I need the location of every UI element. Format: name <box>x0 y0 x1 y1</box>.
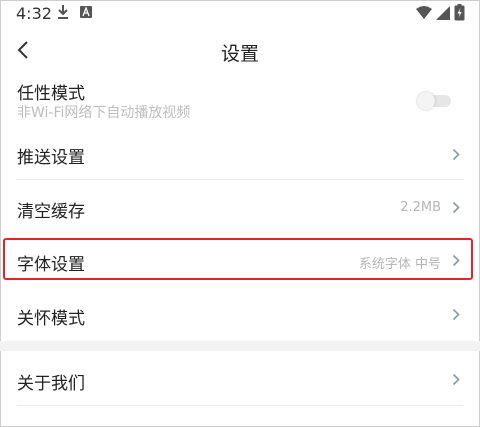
chevron-right-icon <box>452 308 460 321</box>
header: 设置 <box>0 30 480 72</box>
highlight-box <box>3 238 473 280</box>
setting-clear-cache-label: 清空缓存 <box>17 202 85 222</box>
setting-care-mode[interactable]: 关怀模式 <box>0 289 480 339</box>
setting-free-mode-label: 任性模式 <box>17 84 85 104</box>
setting-clear-cache[interactable]: 清空缓存 2.2MB <box>0 181 480 233</box>
status-time: 4:32 <box>16 4 52 23</box>
app-notification-icon <box>80 6 92 18</box>
setting-push[interactable]: 推送设置 <box>0 128 480 180</box>
battery-icon <box>454 4 465 21</box>
chevron-right-icon <box>452 201 460 214</box>
setting-about-label: 关于我们 <box>17 374 85 394</box>
free-mode-toggle[interactable] <box>417 92 451 110</box>
setting-free-mode: 任性模式 非Wi-Fi网络下自动播放视频 <box>0 76 480 128</box>
page-title: 设置 <box>220 43 259 65</box>
section-gap <box>0 341 480 351</box>
signal-icon <box>436 6 450 20</box>
divider <box>17 179 463 180</box>
setting-about[interactable]: 关于我们 <box>0 353 480 406</box>
setting-clear-cache-value: 2.2MB <box>400 200 441 215</box>
wifi-icon <box>416 6 432 19</box>
setting-push-label: 推送设置 <box>17 148 85 168</box>
chevron-right-icon <box>452 373 460 386</box>
status-bar: 4:32 <box>0 0 480 28</box>
setting-free-mode-subtitle: 非Wi-Fi网络下自动播放视频 <box>17 105 191 121</box>
toggle-knob <box>417 92 435 110</box>
download-icon <box>58 5 68 19</box>
chevron-right-icon <box>452 148 460 161</box>
setting-care-mode-label: 关怀模式 <box>17 309 85 329</box>
divider <box>17 405 463 406</box>
